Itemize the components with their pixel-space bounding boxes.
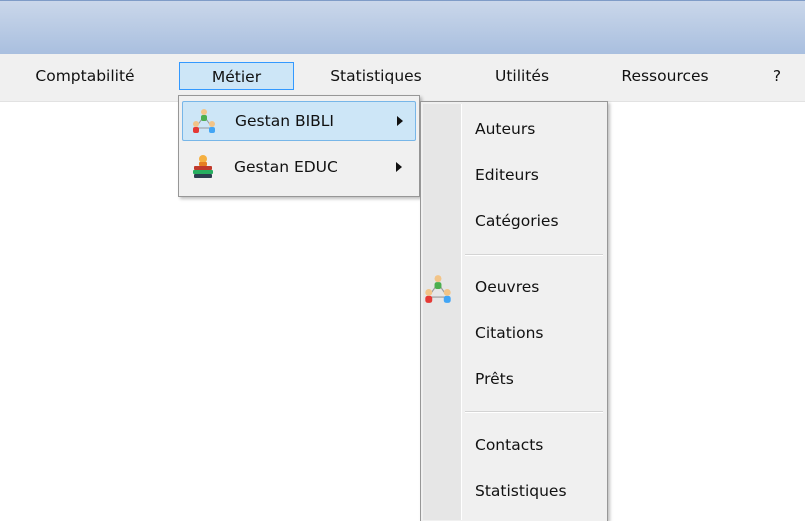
menu-separator (465, 254, 603, 256)
menu-metier[interactable]: Métier (179, 62, 294, 90)
submenu-arrow-icon (396, 162, 402, 172)
people-network-icon (191, 108, 217, 134)
menu-separator (465, 411, 603, 413)
menu-ressources[interactable]: Ressources (610, 62, 720, 90)
gutter-divider (461, 104, 462, 520)
menu-item-editeurs[interactable]: Editeurs (475, 160, 539, 190)
menu-help[interactable]: ? (768, 62, 786, 90)
menu-item-citations[interactable]: Citations (475, 318, 543, 348)
people-network-icon (423, 274, 453, 304)
menu-utilites[interactable]: Utilités (482, 62, 562, 90)
icon-gutter (423, 104, 461, 520)
menu-item-label: Gestan BIBLI (235, 112, 334, 130)
menu-item-prets[interactable]: Prêts (475, 364, 514, 394)
menu-item-statistiques[interactable]: Statistiques (475, 476, 567, 506)
books-stack-icon (190, 154, 216, 180)
window-title-bar (0, 0, 805, 54)
menu-item-gestan-educ[interactable]: Gestan EDUC (182, 148, 416, 188)
menu-item-auteurs[interactable]: Auteurs (475, 114, 535, 144)
metier-dropdown: Gestan BIBLI Gestan EDUC (178, 95, 420, 197)
menu-item-contacts[interactable]: Contacts (475, 430, 543, 460)
menu-comptabilite[interactable]: Comptabilité (30, 62, 140, 90)
submenu-arrow-icon (397, 116, 403, 126)
menu-item-categories[interactable]: Catégories (475, 206, 559, 236)
menu-item-oeuvres[interactable]: Oeuvres (475, 272, 539, 302)
bibli-submenu: Auteurs Editeurs Catégories Oeuvres Cita… (420, 101, 608, 521)
menu-statistiques[interactable]: Statistiques (318, 62, 434, 90)
menu-item-label: Gestan EDUC (234, 158, 338, 176)
menu-item-gestan-bibli[interactable]: Gestan BIBLI (182, 101, 416, 141)
